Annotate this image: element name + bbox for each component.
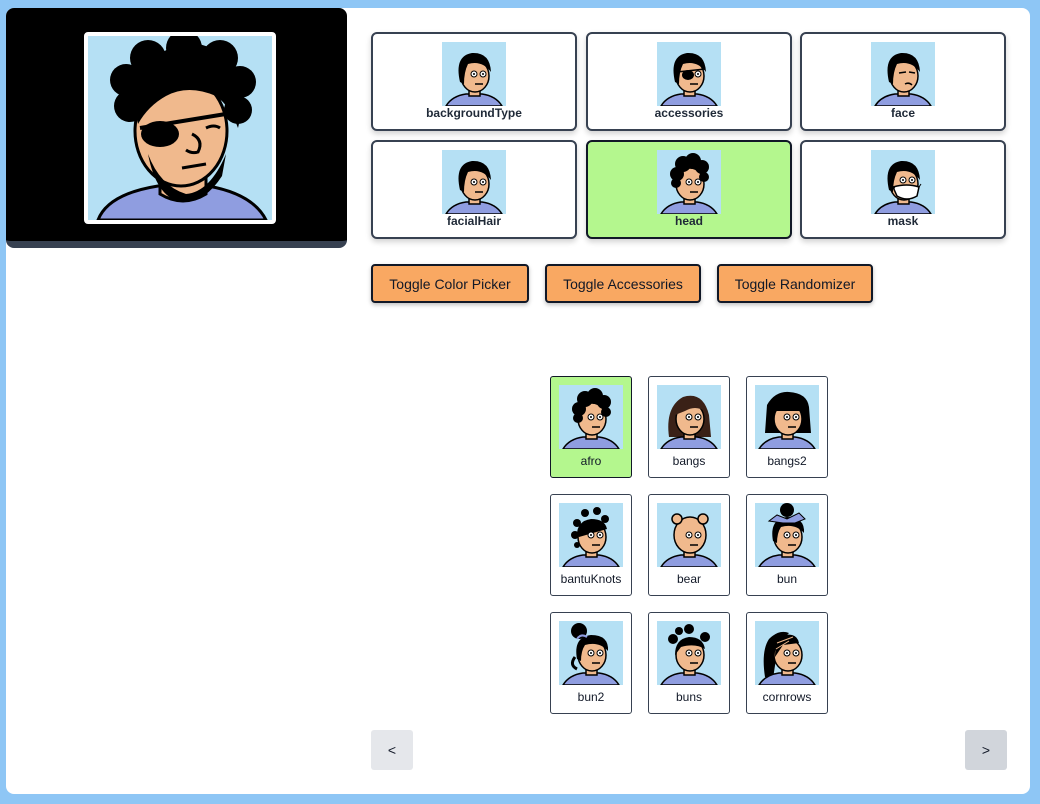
cornrows-thumbnail [755, 621, 819, 685]
face-thumbnail [871, 42, 935, 106]
toggle-accessories-button[interactable]: Toggle Accessories [545, 264, 701, 303]
head-thumbnail [657, 150, 721, 214]
category-tile-facialHair[interactable]: facialHair [371, 140, 577, 239]
category-label: facialHair [446, 214, 502, 228]
category-tile-backgroundType[interactable]: backgroundType [371, 32, 577, 131]
head-option-cornrows[interactable]: cornrows [746, 612, 828, 714]
option-label: afro [580, 454, 602, 468]
option-label: bear [676, 572, 702, 586]
head-option-bear[interactable]: bear [648, 494, 730, 596]
bun2-thumbnail [559, 621, 623, 685]
toggle-randomizer-button[interactable]: Toggle Randomizer [717, 264, 873, 303]
category-label: face [890, 106, 916, 120]
category-tile-head[interactable]: head [586, 140, 792, 239]
option-label: bangs2 [767, 454, 807, 468]
mask-thumbnail [871, 150, 935, 214]
backgroundType-thumbnail [442, 42, 506, 106]
head-option-buns[interactable]: buns [648, 612, 730, 714]
bangs-thumbnail [657, 385, 721, 449]
previous-page-button[interactable]: < [371, 730, 413, 770]
bangs2-thumbnail [755, 385, 819, 449]
bantuKnots-thumbnail [559, 503, 623, 567]
option-label: bangs [672, 454, 706, 468]
toggle-color-picker-button[interactable]: Toggle Color Picker [371, 264, 529, 303]
category-label: head [674, 214, 703, 228]
category-label: accessories [654, 106, 724, 120]
option-label: bun2 [577, 690, 605, 704]
option-label: cornrows [762, 690, 812, 704]
option-label: bun [776, 572, 798, 586]
avatar-preview-panel [6, 8, 347, 248]
buns-thumbnail [657, 621, 721, 685]
category-tile-mask[interactable]: mask [800, 140, 1006, 239]
category-label: backgroundType [426, 106, 522, 120]
category-tile-face[interactable]: face [800, 32, 1006, 131]
bear-thumbnail [657, 503, 721, 567]
category-tile-accessories[interactable]: accessories [586, 32, 792, 131]
facialHair-thumbnail [442, 150, 506, 214]
avatar-preview-image [84, 32, 276, 224]
head-option-bantuKnots[interactable]: bantuKnots [550, 494, 632, 596]
head-option-bangs2[interactable]: bangs2 [746, 376, 828, 478]
category-label: mask [887, 214, 919, 228]
head-option-bun2[interactable]: bun2 [550, 612, 632, 714]
afro-thumbnail [559, 385, 623, 449]
head-option-afro[interactable]: afro [550, 376, 632, 478]
head-option-bangs[interactable]: bangs [648, 376, 730, 478]
next-page-button[interactable]: > [965, 730, 1007, 770]
accessories-thumbnail [657, 42, 721, 106]
option-label: buns [675, 690, 703, 704]
bun-thumbnail [755, 503, 819, 567]
head-option-bun[interactable]: bun [746, 494, 828, 596]
option-label: bantuKnots [560, 572, 622, 586]
